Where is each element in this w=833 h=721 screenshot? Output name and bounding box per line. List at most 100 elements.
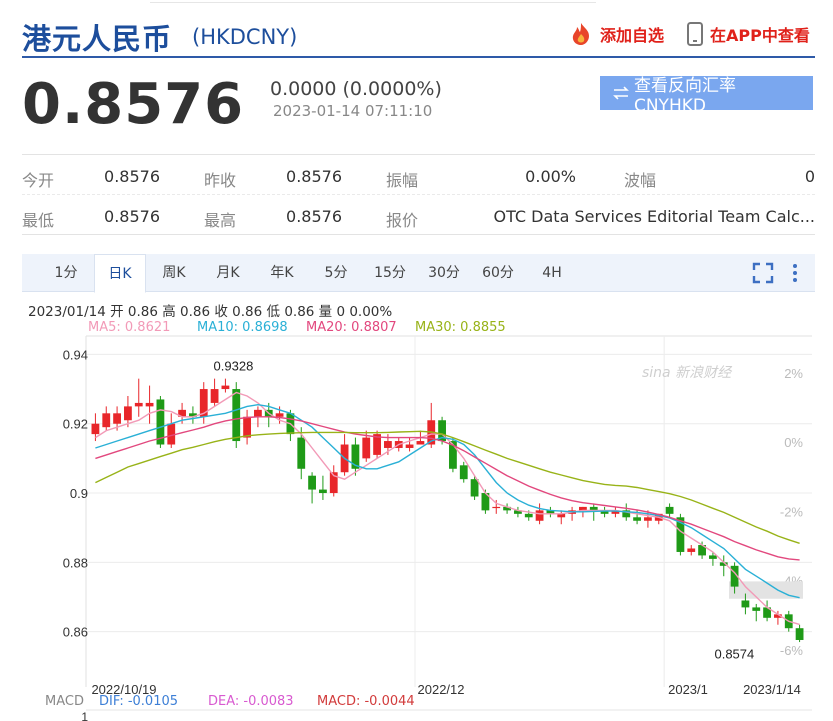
candle-body [124,406,132,421]
candle-body [644,517,652,521]
current-price: 0.8576 [22,72,245,137]
x-tick-label: 2023/1 [668,682,708,697]
stat-value-prev-close: 0.8576 [286,167,342,186]
x-tick-label: 2022/12 [418,682,465,697]
reverse-rate-button[interactable]: 查看反向汇率 CNYHKD [600,76,813,116]
stat-value-quote-source: OTC Data Services Editorial Team Calc... [493,207,815,226]
candle-body [384,441,392,448]
view-in-app-label: 在APP中查看 [710,26,810,45]
candle-body [687,548,696,552]
tab-1min[interactable]: 1分 [44,254,88,292]
tab-daily-k[interactable]: 日K [94,254,146,293]
candle-body [221,385,230,390]
candle-body [405,444,414,448]
candle-body [492,506,501,509]
macd-axis-label: 1 [81,710,88,721]
candle-body [254,409,262,417]
tab-60min[interactable]: 60分 [476,254,520,292]
fullscreen-icon[interactable] [752,262,774,284]
tab-weekly-k[interactable]: 周K [152,254,196,292]
candle-body [319,489,327,494]
candle [546,506,555,518]
candle-body [709,555,717,559]
top-divider [150,0,596,3]
candle-body [795,628,804,640]
watermark-logo: sina 新浪财经 [642,365,733,381]
tab-yearly-k[interactable]: 年K [260,254,304,292]
tab-5min[interactable]: 5分 [314,254,358,292]
candle [189,406,197,424]
candle [134,378,143,417]
macd-value: MACD: -0.0044 [317,694,415,709]
candle [600,506,609,518]
symbol-code: (HKDCNY) [192,25,298,49]
tab-4h[interactable]: 4H [530,254,574,292]
candle-body [210,389,219,403]
candle [459,461,468,483]
tab-30min[interactable]: 30分 [422,254,466,292]
price-change: 0.0000 (0.0000%) [270,78,442,100]
stat-label-amplitude: 振幅 [386,171,419,190]
y-tick-label: 0.92 [63,417,88,432]
candle-body [752,607,761,611]
y-tick-label: 0.88 [63,555,88,570]
candle-body [113,413,121,424]
candle [665,503,674,518]
stats-row-1: 今开 0.8576 昨收 0.8576 振幅 0.00% 波幅 0 [22,155,815,195]
candle-body [308,475,316,490]
kline-chart[interactable]: 0.940.920.90.880.862%0%-2%-4%-6%sina 新浪财… [0,330,833,721]
candle [568,506,576,521]
candle [373,430,381,459]
y-tick-label: 0.94 [63,347,88,362]
stat-value-low: 0.8576 [104,207,160,226]
annotation-label: 0.9328 [214,358,254,373]
more-vertical-icon[interactable] [788,262,802,284]
ohlc-info: 2023/01/14 开 0.86 高 0.86 收 0.86 低 0.86 量… [28,304,393,320]
tab-15min[interactable]: 15分 [368,254,412,292]
candle-body [459,465,468,480]
stat-label-high: 最高 [204,211,237,230]
page-header: 港元人民币 (HKDCNY) 添加自选 在APP中查看 [22,12,815,58]
candle-body [243,416,251,438]
candle [795,624,804,643]
candle [308,472,316,504]
pct-tick-label: -6% [780,643,804,658]
stat-value-high: 0.8576 [286,207,342,226]
candle-body [275,413,284,417]
swap-arrows-icon [613,86,629,100]
add-watchlist-button[interactable]: 添加自选 [568,22,664,46]
stat-label-open: 今开 [22,171,55,190]
add-watchlist-label: 添加自选 [600,26,665,45]
candle [752,603,761,622]
candle [102,406,111,431]
candle-body [362,437,371,459]
candle-body [665,506,674,514]
pct-tick-label: 2% [784,366,803,381]
candle-body [297,437,306,469]
view-in-app-button[interactable]: 在APP中查看 [686,22,810,46]
stat-value-volatility: 0 [804,167,815,186]
stat-label-prev-close: 昨收 [204,171,237,190]
candle [557,510,566,525]
stats-table: 今开 0.8576 昨收 0.8576 振幅 0.00% 波幅 0 最低 0.8… [22,154,815,238]
stats-row-2: 最低 0.8576 最高 0.8576 报价 OTC Data Services… [22,195,815,235]
reverse-rate-label: 查看反向汇率 CNYHKD [633,75,736,116]
y-tick-label: 0.86 [63,625,88,640]
period-tabs: 1分 日K 周K 月K 年K 5分 15分 30分 60分 4H [22,254,815,293]
candle [514,506,522,518]
candle-body [134,402,143,407]
stat-value-amplitude: 0.00% [525,167,576,186]
stat-label-low: 最低 [22,211,55,230]
quote-time: 2023-01-14 07:11:10 [273,102,433,120]
candle-body [470,479,479,497]
candle-body [535,510,544,521]
candle [243,409,251,445]
page-title: 港元人民币 [22,22,173,56]
ma-line-ma30 [95,430,800,544]
candle [503,503,511,514]
tab-monthly-k[interactable]: 月K [206,254,250,292]
macd-title: MACD [45,694,84,709]
candle-body [102,413,111,428]
candle-body [145,402,154,407]
candle [156,395,165,448]
